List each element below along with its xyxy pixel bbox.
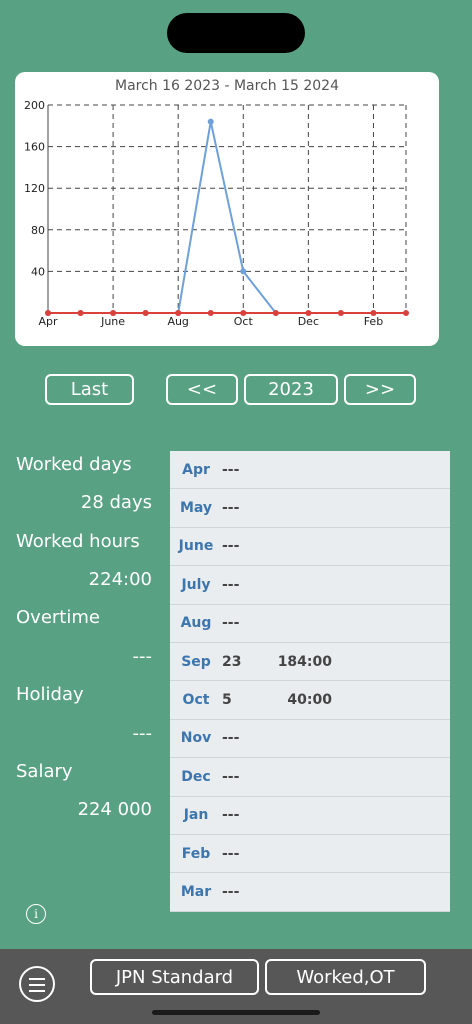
month-hours: 184:00 [277,653,332,670]
table-row[interactable]: May --- [170,489,450,528]
overtime-label: Overtime [16,607,100,628]
standard-button[interactable]: JPN Standard [90,959,259,995]
table-row[interactable]: Dec --- [170,758,450,797]
dynamic-island [167,13,305,53]
year-button[interactable]: 2023 [244,374,338,405]
x-tick-label: Dec [298,315,319,328]
month-label: Apr [182,461,210,478]
month-label: Nov [180,730,212,747]
table-row[interactable]: Feb --- [170,835,450,874]
month-label: Oct [182,692,210,709]
salary-value: 224 000 [77,799,152,820]
table-row[interactable]: Sep 23 184:00 [170,643,450,682]
data-point [337,310,344,316]
data-point [142,310,149,316]
month-days: --- [222,500,240,517]
month-days: --- [222,845,240,862]
data-point [110,310,117,316]
month-days: --- [222,461,240,478]
mode-button[interactable]: Worked,OT [265,959,426,995]
x-tick-label: Apr [38,315,58,328]
month-days: --- [222,538,240,555]
month-label: July [181,576,211,593]
home-indicator [152,1010,320,1015]
month-days: --- [222,883,240,900]
month-label: Jan [183,807,209,824]
x-tick-label: Aug [167,315,188,328]
y-tick-label: 160 [24,141,45,154]
month-days: --- [222,615,240,632]
table-row[interactable]: Apr --- [170,451,450,490]
table-row[interactable]: Oct 5 40:00 [170,681,450,720]
worked-days-value: 28 days [80,492,152,513]
month-label: Feb [181,845,211,862]
salary-label: Salary [16,761,73,782]
data-point [45,310,51,316]
y-tick-label: 40 [31,265,45,278]
month-days: --- [222,576,240,593]
month-days: --- [222,730,240,747]
data-point [240,268,247,275]
overtime-value: --- [132,646,153,667]
month-hours: 40:00 [287,692,332,709]
month-days: 23 [222,653,242,670]
info-icon[interactable]: i [26,904,46,924]
data-point [305,310,312,316]
worked-days-label: Worked days [16,454,132,475]
chart-card: March 16 2023 - March 15 2024 40 80 120 160… [15,72,439,346]
data-point [207,310,214,316]
data-point [77,310,84,316]
month-label: Mar [180,883,212,900]
worked-hours-label: Worked hours [16,531,140,552]
y-tick-label: 120 [24,182,45,195]
month-label: Aug [180,615,212,632]
month-days: 5 [222,692,232,709]
x-tick-label: June [100,315,125,328]
data-point [207,118,214,125]
table-row[interactable]: June --- [170,528,450,567]
next-year-button[interactable]: >> [344,374,416,405]
month-days: --- [222,768,240,785]
series-line [48,121,277,314]
prev-year-button[interactable]: << [166,374,238,405]
last-button[interactable]: Last [45,374,134,405]
y-tick-label: 80 [31,224,45,237]
data-point [370,310,377,316]
hamburger-menu-icon[interactable] [19,966,55,1002]
line-chart: 40 80 120 160 200 Apr June Aug Oct Dec Feb [24,99,409,328]
x-tick-label: Oct [234,315,254,328]
data-point [240,310,247,316]
table-row[interactable]: July --- [170,566,450,605]
month-label: June [178,538,214,555]
table-row[interactable]: Nov --- [170,720,450,759]
y-tick-label: 200 [24,99,45,112]
month-days: --- [222,807,240,824]
worked-hours-value: 224:00 [88,569,152,590]
data-point [403,310,409,316]
table-row[interactable]: Aug --- [170,605,450,643]
x-tick-label: Feb [364,315,383,328]
month-label: May [179,500,213,517]
month-label: Dec [181,768,211,785]
holiday-label: Holiday [16,684,84,705]
data-point [175,310,182,316]
table-row[interactable]: Jan --- [170,797,450,835]
table-row[interactable]: Mar --- [170,873,450,912]
month-label: Sep [181,653,211,670]
monthly-table: Apr --- May --- June --- July --- Aug --- Sep 23 184… [170,451,450,912]
holiday-value: --- [132,723,153,744]
data-point [272,310,279,316]
